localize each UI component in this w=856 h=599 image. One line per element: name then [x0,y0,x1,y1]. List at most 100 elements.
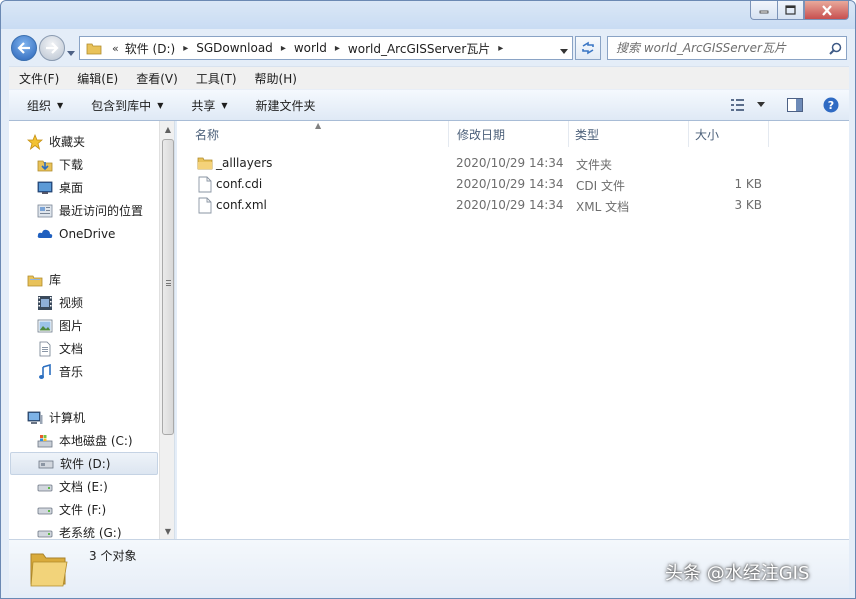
recent-places-icon [37,203,53,219]
command-bar: 组织 ▼ 包含到库中 ▼ 共享 ▼ 新建文件夹 ? [9,89,849,121]
preview-pane-icon [787,98,803,112]
nav-item-onedrive[interactable]: OneDrive [37,222,174,245]
navigation-pane: 收藏夹 下载 桌面 最近访问的位置 OneDrive 库 视频 图片 文档 音乐… [9,121,175,539]
nav-item-videos[interactable]: 视频 [37,291,174,314]
recent-pages-dropdown[interactable] [67,45,75,59]
file-icon [198,176,212,193]
breadcrumb-current[interactable]: world_ArcGISServer瓦片 ▸ [348,40,511,57]
nav-scrollbar[interactable]: ▲ ▼ [159,121,174,539]
breadcrumb-arrow-icon[interactable]: ▸ [281,43,286,54]
close-button[interactable] [804,1,849,20]
menu-bar: 文件(F) 编辑(E) 查看(V) 工具(T) 帮助(H) [9,66,849,89]
forward-button[interactable] [39,35,65,61]
column-header-size[interactable]: 大小 [689,121,769,147]
menu-edit[interactable]: 编辑(E) [67,70,126,87]
nav-item-recent-places[interactable]: 最近访问的位置 [37,199,174,222]
file-type: CDI 文件 [576,179,625,193]
item-count: 3 个对象 [89,549,137,563]
watermark: 头条 @水经注GIS [665,563,810,584]
file-type: XML 文档 [576,200,630,214]
downloads-icon [37,157,53,173]
title-bar [1,1,855,29]
file-date: 2020/10/29 14:34 [456,198,564,212]
scroll-down-button[interactable]: ▼ [160,523,174,539]
file-icon [198,197,212,214]
file-name: conf.xml [216,198,267,212]
nav-item-pictures[interactable]: 图片 [37,314,174,337]
breadcrumb-drive[interactable]: 软件 (D:) ▸ [125,40,197,57]
file-row[interactable]: conf.cdi 2020/10/29 14:34 CDI 文件 1 KB [187,174,767,195]
scroll-thumb[interactable] [162,139,174,435]
music-icon [37,363,53,380]
minimize-button[interactable] [750,1,777,20]
system-drive-icon [37,433,53,449]
breadcrumb-arrow-icon[interactable]: ▸ [498,43,503,54]
menu-view[interactable]: 查看(V) [126,70,186,87]
nav-item-drive-f[interactable]: 文件 (F:) [37,498,174,521]
drive-icon [37,502,53,518]
menu-file[interactable]: 文件(F) [9,70,67,87]
nav-item-drive-g[interactable]: 老系统 (G:) [37,521,174,540]
desktop-icon [37,180,53,196]
new-folder-button[interactable]: 新建文件夹 [238,90,326,120]
help-button[interactable]: ? [823,97,839,113]
breadcrumb-arrow-icon[interactable]: ▸ [335,43,340,54]
breadcrumb-world[interactable]: world ▸ [294,41,348,55]
refresh-button[interactable] [575,36,601,60]
nav-item-downloads[interactable]: 下载 [37,153,174,176]
column-header-date[interactable]: 修改日期 [449,121,569,147]
nav-item-documents[interactable]: 文档 [37,337,174,360]
file-date: 2020/10/29 14:34 [456,156,564,170]
computer-icon [27,410,43,426]
address-overflow[interactable]: « [112,42,119,55]
cloud-icon [37,226,53,242]
nav-item-drive-d[interactable]: 软件 (D:) [10,452,158,475]
file-row[interactable]: _alllayers 2020/10/29 14:34 文件夹 [187,153,767,174]
view-controls: ? [721,90,849,120]
share-button[interactable]: 共享 ▼ [173,90,237,120]
refresh-icon [582,41,594,55]
column-header-name[interactable]: 名称 [177,121,449,147]
nav-item-desktop[interactable]: 桌面 [37,176,174,199]
file-size: 1 KB [734,177,762,191]
file-list: ▲ 名称 修改日期 类型 大小 _alllayers 2020/10/29 14… [177,121,849,539]
folder-icon [197,157,213,170]
document-icon [37,341,53,357]
search-box[interactable] [607,36,847,60]
change-view-button[interactable] [731,99,767,111]
back-button[interactable] [11,35,37,61]
nav-item-drive-e[interactable]: 文档 (E:) [37,475,174,498]
maximize-button[interactable] [777,1,804,20]
library-icon [27,272,43,288]
folder-icon [86,43,102,55]
nav-favorites[interactable]: 收藏夹 [27,130,174,153]
explorer-window: « 软件 (D:) ▸ SGDownload ▸ world ▸ world_ArcG… [0,0,856,599]
preview-pane-button[interactable] [787,98,803,112]
chevron-down-icon [560,49,568,54]
nav-computer[interactable]: 计算机 [27,406,174,429]
file-row[interactable]: conf.xml 2020/10/29 14:34 XML 文档 3 KB [187,195,767,216]
minimize-icon [759,10,769,14]
search-icon[interactable] [824,42,846,55]
file-name: _alllayers [216,156,273,170]
video-icon [37,295,53,311]
column-header-type[interactable]: 类型 [569,121,689,147]
folder-icon [30,553,68,587]
chevron-down-icon: ▼ [157,100,164,110]
include-in-library-button[interactable]: 包含到库中 ▼ [73,90,173,120]
breadcrumb-sgdownload[interactable]: SGDownload ▸ [196,41,294,55]
address-history-dropdown[interactable] [560,43,568,57]
drive-icon [37,525,53,540]
breadcrumb-arrow-icon[interactable]: ▸ [183,43,188,54]
nav-libraries[interactable]: 库 [27,268,174,291]
nav-item-drive-c[interactable]: 本地磁盘 (C:) [37,429,174,452]
nav-item-music[interactable]: 音乐 [37,360,174,383]
scroll-up-button[interactable]: ▲ [160,121,174,137]
organize-button[interactable]: 组织 ▼ [9,90,73,120]
search-input[interactable] [608,38,824,58]
arrow-left-icon [17,42,30,54]
menu-tools[interactable]: 工具(T) [186,70,245,87]
address-bar[interactable]: « 软件 (D:) ▸ SGDownload ▸ world ▸ world_ArcG… [79,36,573,60]
close-icon [821,4,832,16]
menu-help[interactable]: 帮助(H) [245,70,305,87]
